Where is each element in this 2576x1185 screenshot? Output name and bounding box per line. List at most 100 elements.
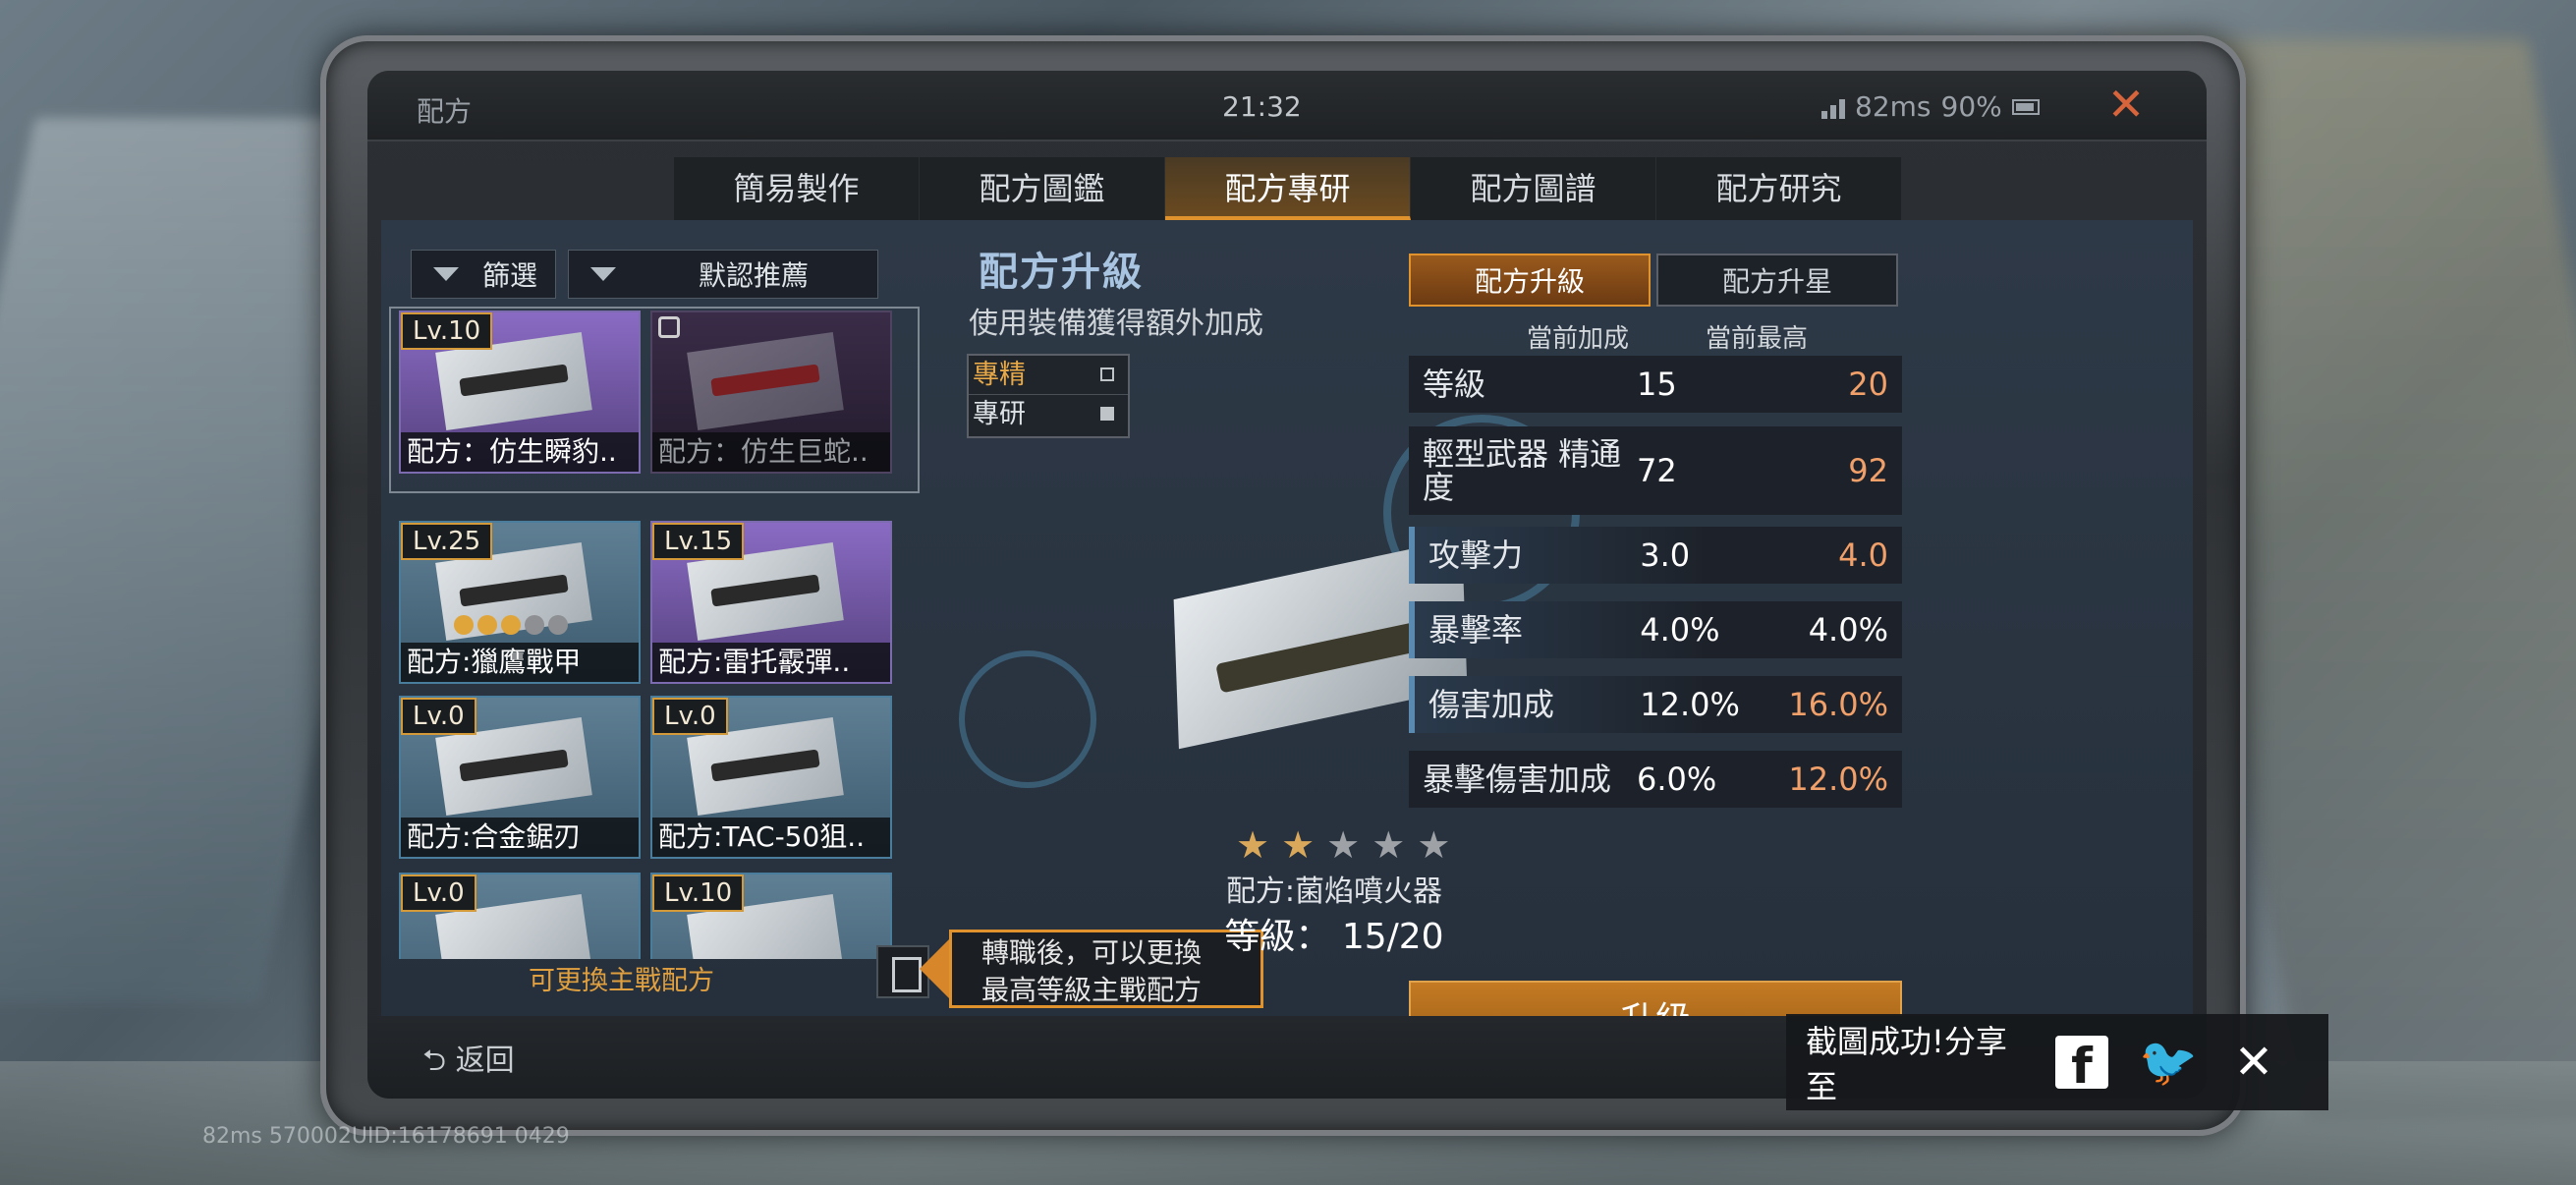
card-level: Lv.0: [652, 698, 728, 735]
back-arrow-icon: ⮌: [422, 1044, 447, 1078]
back-button[interactable]: ⮌ 返回: [422, 1036, 515, 1089]
window-title: 配方: [417, 95, 473, 128]
stat-row-crit-rate: 暴擊率 4.0% 4.0%: [1409, 601, 1902, 658]
tab-recipe-research[interactable]: 配方研究: [1656, 157, 1902, 220]
stat-label: 暴擊傷害加成: [1423, 761, 1612, 798]
star-icon: ★: [1236, 823, 1270, 867]
stat-label: 暴擊率: [1428, 611, 1524, 649]
status-area: 82ms 90%: [1821, 90, 2040, 123]
stat-current: 6.0%: [1637, 761, 1717, 798]
battery-icon: [2011, 98, 2040, 115]
card-level: Lv.15: [652, 523, 745, 560]
card-name: 配方：仿生瞬豹..: [401, 432, 639, 472]
sort-dropdown[interactable]: 默認推薦: [568, 250, 878, 299]
sort-label: 默認推薦: [699, 259, 810, 292]
stat-label: 輕型武器 精通度: [1423, 435, 1622, 506]
ping-value: 82ms: [1855, 90, 1932, 123]
card-level: Lv.25: [401, 523, 493, 560]
stat-current: 12.0%: [1640, 686, 1740, 723]
slot-ring-decor: [959, 650, 1096, 788]
card-level: Lv.0: [401, 875, 476, 912]
stat-current: 3.0: [1640, 536, 1691, 574]
star-icon: ★: [1417, 823, 1451, 867]
recipe-card[interactable]: Lv.0: [399, 873, 641, 959]
tab-simple-craft[interactable]: 簡易製作: [674, 157, 920, 220]
section-title: 配方升級: [979, 250, 1144, 295]
legend-mastery: 專精: [969, 356, 1128, 395]
card-level: Lv.0: [401, 698, 476, 735]
recipe-card[interactable]: 配方：仿生巨蛇..: [650, 310, 892, 474]
switch-main-recipe-hint: 可更換主戰配方: [529, 966, 714, 996]
clock: 21:32: [1222, 90, 1302, 123]
card-name: 配方：仿生巨蛇..: [652, 432, 890, 472]
tab-bar: 簡易製作 配方圖鑑 配方專研 配方圖譜 配方研究: [674, 157, 1902, 220]
stat-label: 傷害加成: [1428, 686, 1555, 723]
stat-row-crit-damage: 暴擊傷害加成 6.0% 12.0%: [1409, 751, 1902, 808]
legend-label: 專研: [973, 399, 1026, 429]
recipe-card[interactable]: Lv.15 配方:雷托霰彈..: [650, 521, 892, 684]
recipe-list[interactable]: Lv.10 配方：仿生瞬豹.. 配方：仿生巨蛇.. Lv.25 配方:獵鷹戰甲 …: [389, 307, 920, 959]
stat-row-attack: 攻擊力 3.0 4.0: [1409, 527, 1902, 584]
close-icon[interactable]: ✕: [2104, 82, 2148, 128]
tab-recipe-catalog[interactable]: 配方圖鑑: [920, 157, 1165, 220]
star-icon: ★: [1281, 823, 1316, 867]
facebook-icon[interactable]: f: [2055, 1036, 2108, 1089]
filter-button[interactable]: 篩選: [411, 250, 556, 299]
legend-label: 專精: [973, 360, 1026, 390]
lock-icon: [658, 316, 680, 338]
stat-max: 4.0: [1838, 536, 1888, 574]
tab-recipe-star-up[interactable]: 配方升星: [1656, 254, 1898, 307]
stat-current: 15: [1637, 366, 1677, 403]
close-icon[interactable]: ✕: [2232, 1039, 2275, 1086]
star-icon: ★: [1326, 823, 1361, 867]
card-name: 配方:雷托霰彈..: [652, 643, 890, 682]
card-name: 配方:合金鋸刃: [401, 818, 639, 857]
section-subtitle: 使用裝備獲得額外加成: [969, 307, 1263, 341]
recipe-card[interactable]: Lv.10: [650, 873, 892, 959]
legend-empty-square-icon: [1100, 367, 1114, 381]
card-stars: [454, 615, 568, 635]
main-content: 篩選 默認推薦 Lv.10 配方：仿生瞬豹.. 配方：仿生巨蛇.. Lv.25 …: [381, 220, 2193, 1057]
recipe-card[interactable]: Lv.10 配方：仿生瞬豹..: [399, 310, 641, 474]
recipe-stars: ★ ★ ★ ★ ★: [1236, 823, 1450, 867]
stat-label: 攻擊力: [1428, 536, 1524, 574]
tab-recipe-upgrade[interactable]: 配方升級: [1409, 254, 1651, 307]
recipe-level: 等級： 15/20: [1224, 917, 1444, 957]
window-topbar: 配方 21:32 82ms 90% ✕: [367, 71, 2207, 141]
card-name: 配方:獵鷹戰甲: [401, 643, 639, 682]
legend-filled-square-icon: [1100, 407, 1114, 421]
signal-icon: [1821, 95, 1845, 119]
share-text: 截圖成功!分享至: [1806, 1023, 2007, 1105]
tab-recipe-specialize[interactable]: 配方專研: [1165, 157, 1411, 220]
back-label: 返回: [455, 1044, 515, 1078]
bonus-legend: 專精 專研: [967, 354, 1130, 438]
stat-row-level: 等級 15 20: [1409, 356, 1902, 413]
recipe-card[interactable]: Lv.0 配方:合金鋸刃: [399, 696, 641, 859]
stat-max: 16.0%: [1788, 686, 1888, 723]
stat-max: 4.0%: [1808, 611, 1888, 649]
tab-recipe-atlas[interactable]: 配方圖譜: [1411, 157, 1656, 220]
recipe-card[interactable]: Lv.25 配方:獵鷹戰甲: [399, 521, 641, 684]
stat-max: 12.0%: [1788, 761, 1888, 798]
clipboard-icon[interactable]: [876, 945, 929, 998]
card-level: Lv.10: [401, 312, 493, 350]
filter-label: 篩選: [482, 259, 538, 292]
stat-row-damage-bonus: 傷害加成 12.0% 16.0%: [1409, 676, 1902, 733]
tooltip-line: 最高等級主戰配方: [981, 974, 1203, 1006]
recipe-card[interactable]: Lv.0 配方:TAC-50狙..: [650, 696, 892, 859]
twitter-icon[interactable]: 🐦: [2134, 1036, 2203, 1089]
dropdown-triangle-icon: [433, 267, 459, 281]
stat-current: 4.0%: [1640, 611, 1720, 649]
dropdown-triangle-icon: [590, 267, 616, 281]
recipe-name: 配方:菌焰噴火器: [1225, 875, 1443, 909]
col-current-header: 當前加成: [1527, 324, 1630, 354]
stat-max: 92: [1848, 452, 1888, 489]
stat-label: 等級: [1423, 366, 1486, 403]
debug-info: 82ms 570002UID:16178691 0429: [202, 1124, 570, 1149]
share-toast: 截圖成功!分享至 f 🐦 ✕: [1786, 1014, 2328, 1110]
card-level: Lv.10: [652, 875, 745, 912]
card-name: 配方:TAC-50狙..: [652, 818, 890, 857]
recipe-window: 配方 21:32 82ms 90% ✕ 簡易製作 配方圖鑑 配方專研 配方圖譜 …: [367, 71, 2207, 1099]
stat-row-mastery: 輕型武器 精通度 72 92: [1409, 426, 1902, 515]
star-icon: ★: [1372, 823, 1406, 867]
